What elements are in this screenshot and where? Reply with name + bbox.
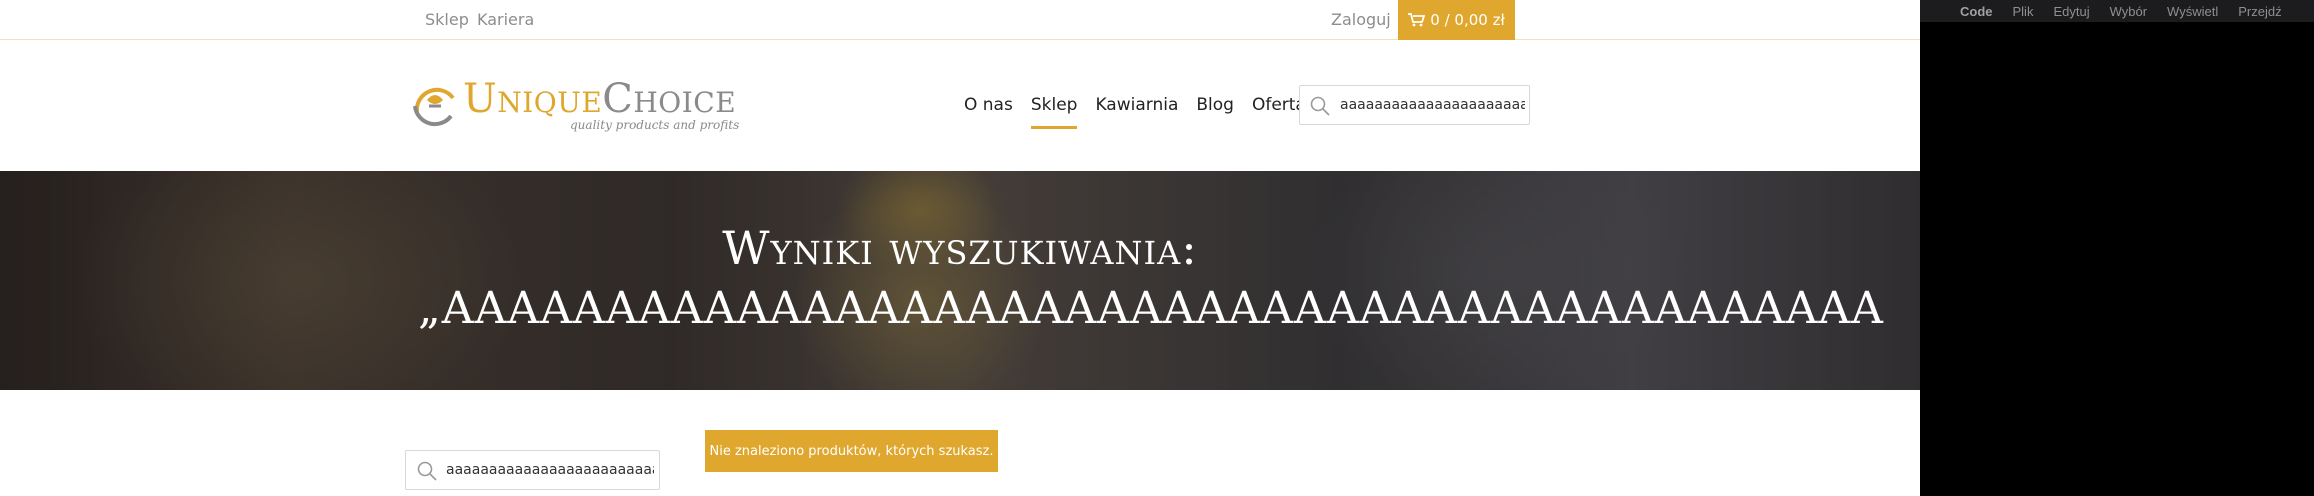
header-search-input[interactable] [1340,86,1525,124]
menu-app-name[interactable]: Code [1960,4,1993,19]
search-query-heading: „AAAAAAAAAAAAAAAAAAAAAAAAAAAAAAAAAAAAAAA… [418,283,1884,334]
logo-word-choice: Choice [602,76,737,122]
cart-icon [1408,13,1426,27]
logo[interactable]: UniqueChoice quality products and profit… [407,76,767,138]
menu-plik[interactable]: Plik [2013,4,2034,19]
hero-overlay [0,171,1920,390]
nav-item-sklep[interactable]: Sklep [1022,93,1087,129]
sidebar-search [405,450,660,490]
menu-wyswietl[interactable]: Wyświetl [2167,4,2218,19]
website: Sklep Kariera Zaloguj 0 / 0,00 zł Unique… [0,0,1920,496]
sidebar-search-input[interactable] [446,451,654,489]
search-icon[interactable] [1310,96,1330,116]
logo-tagline: quality products and profits [570,118,740,132]
menu-wybor[interactable]: Wybór [2110,4,2147,19]
mac-menu-bar: Code Plik Edytuj Wybór Wyświetl Przejdź [1920,0,2314,22]
main-nav: O nas Sklep Kawiarnia Blog Oferta B2B [955,93,1354,129]
logo-word-unique: Unique [463,76,603,122]
nav-item-kawiarnia[interactable]: Kawiarnia [1086,93,1187,123]
top-link-kariera[interactable]: Kariera [477,10,534,29]
nav-item-blog[interactable]: Blog [1187,93,1243,123]
hero-banner: Wyniki wyszukiwania: „AAAAAAAAAAAAAAAAAA… [0,171,1920,390]
login-link[interactable]: Zaloguj [1331,10,1391,29]
menu-edytuj[interactable]: Edytuj [2053,4,2089,19]
top-link-sklep[interactable]: Sklep [425,10,469,29]
menu-przejdz[interactable]: Przejdź [2238,4,2281,19]
logo-wordmark: UniqueChoice [463,76,736,122]
cart-button[interactable]: 0 / 0,00 zł [1398,0,1515,40]
site-header: UniqueChoice quality products and profit… [0,41,1920,171]
top-bar: Sklep Kariera Zaloguj 0 / 0,00 zł [0,0,1920,40]
nav-item-o-nas[interactable]: O nas [955,93,1022,123]
cart-label: 0 / 0,00 zł [1430,11,1505,29]
search-icon[interactable] [417,461,437,481]
header-search [1299,85,1530,125]
no-results-notice: Nie znaleziono produktów, których szukas… [705,430,998,472]
logo-mark-icon [413,87,455,127]
page-title: Wyniki wyszukiwania: [722,221,1198,275]
